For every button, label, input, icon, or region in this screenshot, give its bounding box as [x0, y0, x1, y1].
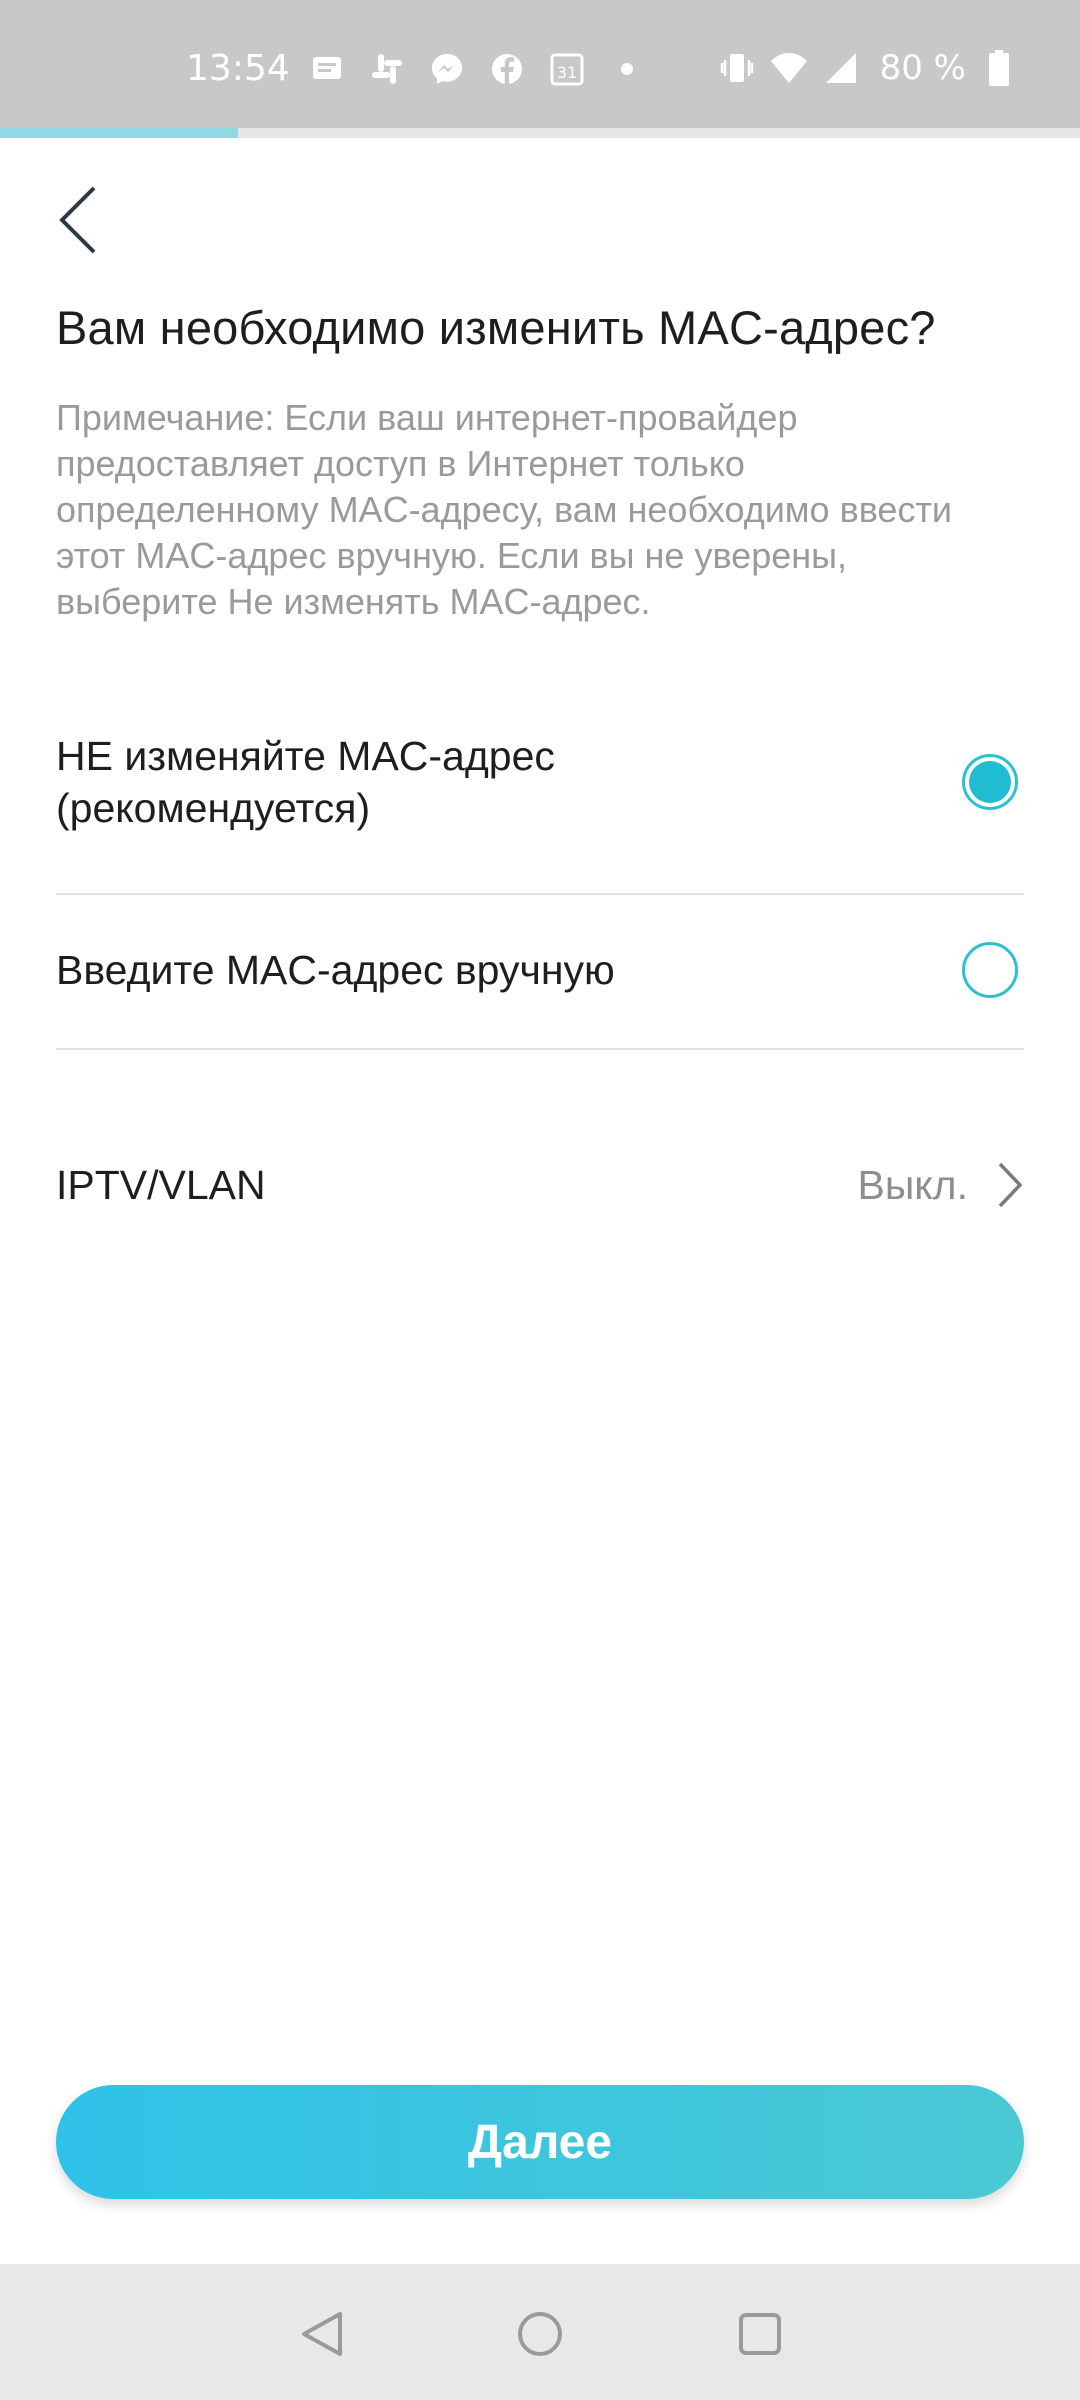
wifi-icon — [770, 49, 808, 87]
status-bar: 13:54 31 80 % — [0, 0, 1080, 128]
messenger-icon — [428, 50, 466, 88]
next-button[interactable]: Далее — [56, 2085, 1024, 2199]
back-button[interactable] — [52, 180, 112, 260]
iptv-value-group: Выкл. — [857, 1160, 1024, 1210]
nav-recents-button[interactable] — [730, 2304, 790, 2364]
divider — [56, 893, 1024, 895]
iptv-vlan-row[interactable]: IPTV/VLAN Выкл. — [56, 1150, 1024, 1220]
dot-icon — [608, 50, 646, 88]
nav-back-button[interactable] — [292, 2304, 352, 2364]
option-label: НЕ изменяйте MAC-адрес (рекомендуется) — [56, 733, 555, 831]
radio-selected-dot — [969, 761, 1011, 803]
progress-fill — [0, 128, 238, 138]
option-keep-mac[interactable]: НЕ изменяйте MAC-адрес (рекомендуется) — [56, 730, 1024, 834]
calendar-icon: 31 — [548, 50, 586, 88]
nav-home-button[interactable] — [510, 2304, 570, 2364]
radio-manual-mac[interactable] — [962, 942, 1018, 998]
page-title: Вам необходимо изменить MAC-адрес? — [56, 301, 936, 354]
iptv-label: IPTV/VLAN — [56, 1161, 266, 1208]
radio-keep-mac[interactable] — [962, 754, 1018, 810]
vibrate-icon — [718, 49, 756, 87]
option-manual-mac[interactable]: Введите MAC-адрес вручную — [56, 942, 1024, 998]
chevron-left-icon — [59, 186, 96, 254]
mac-note-text: Примечание: Если ваш интернет-провайдер … — [56, 397, 953, 622]
battery-icon — [980, 49, 1018, 87]
option-label: Введите MAC-адрес вручную — [56, 947, 615, 993]
svg-text:31: 31 — [557, 63, 577, 82]
system-icons: 80 % — [718, 48, 1018, 88]
slack-icon — [368, 50, 406, 88]
signal-icon — [822, 49, 860, 87]
setup-progress-bar — [0, 128, 1080, 138]
notification-icons: 31 — [308, 50, 646, 88]
status-time: 13:54 — [186, 48, 290, 89]
back-triangle-icon — [302, 2312, 342, 2356]
home-circle-icon — [518, 2312, 562, 2356]
facebook-icon — [488, 50, 526, 88]
iptv-status-value: Выкл. — [857, 1161, 968, 1208]
divider — [56, 1048, 1024, 1050]
recents-square-icon — [739, 2313, 781, 2355]
battery-percent: 80 % — [879, 48, 966, 88]
chevron-right-icon — [998, 1162, 1023, 1208]
system-nav-bar — [0, 2264, 1080, 2400]
message-icon — [308, 50, 346, 88]
